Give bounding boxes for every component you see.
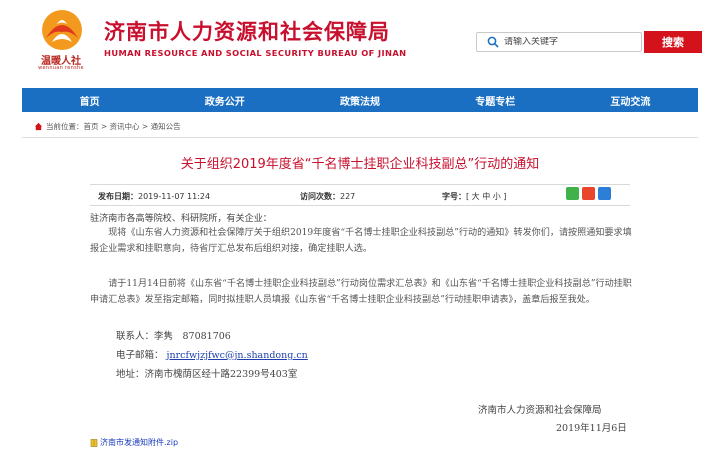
paragraph-1: 现将《山东省人力资源和社会保障厅关于组织2019年度省“千名博士挂职企业科技副总… [90,228,632,254]
more-share-icon[interactable] [598,187,611,200]
share-icons [566,187,611,200]
visit-count: 访问次数：227 [300,191,355,202]
attachment-link[interactable]: 济南市发通知附件.zip [90,437,178,448]
search-button[interactable]: 搜索 [644,31,702,53]
site-header: 温暖人社 wennuan renshe 济南市人力资源和社会保障局 HUMAN … [0,0,720,84]
weibo-share-icon[interactable] [582,187,595,200]
wechat-share-icon[interactable] [566,187,579,200]
search-box [476,32,642,52]
nav-item-government-affairs[interactable]: 政务公开 [157,88,292,112]
nav-item-interaction[interactable]: 互动交流 [563,88,698,112]
contact-email: 电子邮箱： jnrcfwjzjfwc@jn.shandong.cn [116,347,308,361]
publish-date-value: 2019-11-07 11:24 [138,192,211,201]
nav-item-policies[interactable]: 政策法规 [292,88,427,112]
email-label: 电子邮箱： [116,350,164,361]
signer: 济南市人力资源和社会保障局 [478,405,602,416]
site-subtitle: HUMAN RESOURCE AND SOCIAL SECURITY BUREA… [104,48,407,58]
site-title: 济南市人力资源和社会保障局 [104,20,390,44]
email-link[interactable]: jnrcfwjzjfwc@jn.shandong.cn [167,350,308,361]
greeting-text: 驻济南市各高等院校、科研院所，有关企业： [90,214,272,224]
article-title: 关于组织2019年度省“千名博士挂职企业科技副总”行动的通知 [180,157,540,172]
main-nav: 首页 政务公开 政策法规 专题专栏 互动交流 [22,88,698,112]
attachment-name[interactable]: 济南市发通知附件.zip [100,437,178,448]
publish-date: 发布日期：2019-11-07 11:24 [98,191,210,202]
nav-item-home[interactable]: 首页 [22,88,157,112]
sign-date: 2019年11月6日 [556,423,627,434]
font-size-label: 字号： [442,192,466,201]
visit-count-value: 227 [340,192,356,201]
font-size-options[interactable]: [ 大 中 小 ] [466,192,506,201]
font-size-control: 字号：[ 大 中 小 ] [442,191,506,202]
breadcrumb-text[interactable]: 当前位置：首页 > 资讯中心 > 通知公告 [46,121,181,132]
attachment-icon [90,438,98,447]
breadcrumb: 当前位置：首页 > 资讯中心 > 通知公告 [34,121,181,132]
contact-person: 联系人：李隽 87081706 [116,331,231,342]
search-input[interactable] [504,37,634,47]
publish-date-label: 发布日期： [98,192,138,201]
article-meta-bar: 发布日期：2019-11-07 11:24 访问次数：227 字号：[ 大 中 … [90,184,630,206]
contact-address: 地址：济南市槐荫区经十路22399号403室 [116,369,298,380]
home-icon [34,122,43,131]
nav-item-special-topics[interactable]: 专题专栏 [428,88,563,112]
logo-subcaption: wennuan renshe [38,65,84,71]
paragraph-2: 请于11月14日前将《山东省“千名博士挂职企业科技副总”行动岗位需求汇总表》和《… [90,279,632,305]
visit-count-label: 访问次数： [300,192,340,201]
search-icon [487,36,499,48]
